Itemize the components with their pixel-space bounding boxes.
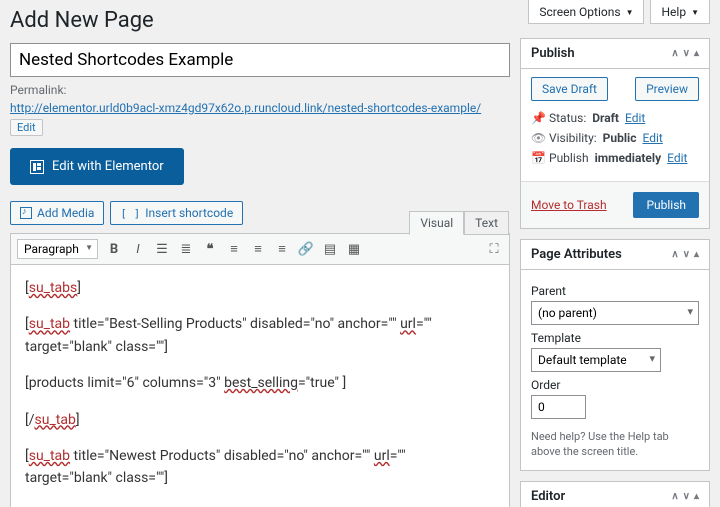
box-toggle-icon[interactable]: ▴ (694, 491, 699, 502)
add-media-button[interactable]: Add Media (10, 201, 104, 225)
box-down-icon[interactable]: ∨ (683, 491, 690, 502)
readmore-button[interactable]: ▤ (319, 238, 341, 260)
bullet-list-button[interactable]: ☰ (151, 238, 173, 260)
media-icon (20, 207, 32, 219)
editor-box-title: Editor (531, 489, 565, 504)
box-toggle-icon[interactable]: ▴ (694, 249, 699, 260)
eye-icon: 👁 (531, 131, 543, 145)
save-draft-button[interactable]: Save Draft (531, 77, 608, 101)
edit-with-elementor-button[interactable]: Edit with Elementor (10, 148, 184, 185)
help-button[interactable]: Help▼ (650, 0, 710, 24)
edit-schedule-link[interactable]: Edit (667, 151, 687, 165)
edit-status-link[interactable]: Edit (625, 111, 645, 125)
order-label: Order (531, 378, 699, 392)
toolbar-toggle-button[interactable]: ▦ (343, 238, 365, 260)
box-up-icon[interactable]: ∧ (671, 48, 678, 59)
fullscreen-button[interactable]: ⛶ (483, 238, 505, 260)
italic-button[interactable]: I (127, 238, 149, 260)
pin-icon: 📌 (531, 111, 543, 125)
publish-title: Publish (531, 46, 575, 61)
publish-button[interactable]: Publish (633, 192, 699, 218)
box-up-icon[interactable]: ∧ (671, 249, 678, 260)
blockquote-button[interactable]: ❝ (199, 238, 221, 260)
permalink-edit-button[interactable]: Edit (10, 119, 43, 136)
parent-select[interactable]: (no parent) (531, 301, 699, 325)
chevron-down-icon: ▼ (691, 8, 699, 17)
tab-text[interactable]: Text (464, 211, 509, 235)
tab-visual[interactable]: Visual (409, 211, 464, 235)
permalink-row: Permalink: http://elementor.urld0b9acl-x… (10, 83, 510, 136)
editor-content[interactable]: [[su_tabs]su_tabs] [su_tab title="Best-S… (11, 265, 509, 507)
box-down-icon[interactable]: ∨ (683, 48, 690, 59)
box-up-icon[interactable]: ∧ (671, 491, 678, 502)
permalink-label: Permalink: (10, 83, 66, 97)
page-title-input[interactable] (10, 43, 510, 77)
insert-shortcode-button[interactable]: [ ]Insert shortcode (110, 201, 243, 225)
editor-wrap: Visual Text Paragraph B I ☰ ≣ ❝ ≡ ≡ ≡ 🔗 … (10, 233, 510, 507)
edit-visibility-link[interactable]: Edit (642, 131, 662, 145)
template-select[interactable]: Default template (531, 348, 661, 372)
page-attributes-metabox: Page Attributes ∧ ∨ ▴ Parent (no parent) T… (520, 239, 710, 471)
order-input[interactable] (531, 395, 586, 419)
attrs-help-text: Need help? Use the Help tab above the sc… (531, 429, 699, 460)
link-button[interactable]: 🔗 (295, 238, 317, 260)
align-center-button[interactable]: ≡ (247, 238, 269, 260)
parent-label: Parent (531, 284, 699, 298)
align-right-button[interactable]: ≡ (271, 238, 293, 260)
publish-metabox: Publish ∧∨▴ Save Draft Preview 📌Status: … (520, 38, 710, 229)
editor-metabox: Editor ∧∨▴ Switch to block editor (520, 481, 710, 507)
editor-toolbar: Paragraph B I ☰ ≣ ❝ ≡ ≡ ≡ 🔗 ▤ ▦ ⛶ (11, 234, 509, 265)
elementor-icon (30, 160, 44, 174)
page-attributes-title: Page Attributes (531, 247, 622, 262)
chevron-down-icon: ▼ (626, 8, 634, 17)
screen-options-button[interactable]: Screen Options▼ (528, 0, 644, 24)
box-toggle-icon[interactable]: ▴ (694, 48, 699, 59)
align-left-button[interactable]: ≡ (223, 238, 245, 260)
page-heading: Add New Page (10, 0, 510, 43)
template-label: Template (531, 331, 699, 345)
shortcode-icon: [ ] (120, 207, 140, 220)
bold-button[interactable]: B (103, 238, 125, 260)
number-list-button[interactable]: ≣ (175, 238, 197, 260)
format-select[interactable]: Paragraph (17, 239, 98, 259)
preview-button[interactable]: Preview (635, 77, 699, 101)
calendar-icon: 📅 (531, 151, 543, 165)
permalink-link[interactable]: http://elementor.urld0b9acl-xmz4gd97x62o… (10, 101, 481, 115)
box-down-icon[interactable]: ∨ (683, 249, 690, 260)
move-to-trash-link[interactable]: Move to Trash (531, 198, 607, 212)
